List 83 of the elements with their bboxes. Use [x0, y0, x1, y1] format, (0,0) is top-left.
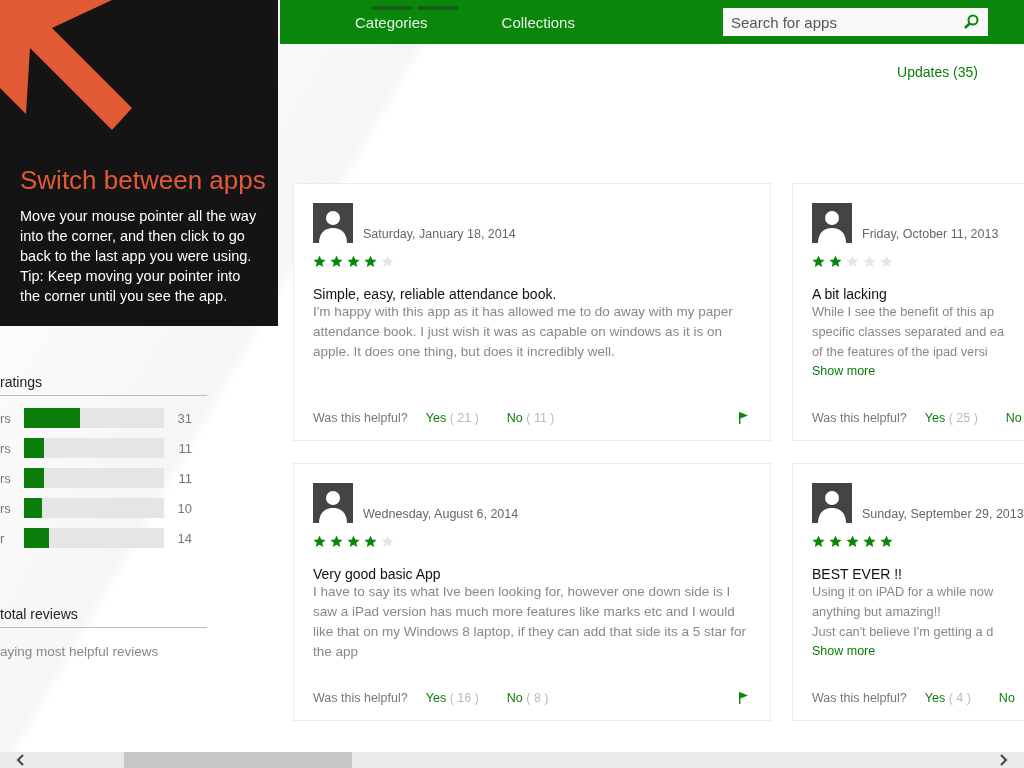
no-vote-link[interactable]: No ( 11 )	[506, 411, 555, 425]
empty-star-icon	[863, 255, 876, 268]
filled-star-icon	[812, 255, 825, 268]
empty-star-icon	[880, 255, 893, 268]
review-text: Just can't believe I'm getting a d	[812, 623, 995, 641]
corner-arrow-icon	[0, 0, 132, 132]
page-indicator	[372, 6, 412, 10]
review-text: While I see the benefit of this ap	[812, 303, 996, 321]
tip-text: Move your mouse pointer all the way into the corner, and then click to go back to the last app you were using. Tip: Keep moving your pointer into the corner until you see the app.	[19, 207, 258, 306]
tip-title: Switch between apps	[19, 165, 267, 196]
review-date: Saturday, January 18, 2014	[363, 227, 516, 243]
review-date: Sunday, September 29, 2013	[862, 507, 1024, 523]
filled-star-icon	[313, 535, 326, 548]
helpful-question: Was this helpful?	[812, 411, 907, 425]
scrollbar-thumb[interactable]	[124, 752, 352, 768]
yes-vote-link[interactable]: Yes ( 16 )	[425, 691, 479, 705]
filled-star-icon	[330, 535, 343, 548]
filled-star-icon	[330, 255, 343, 268]
rating-count: 31	[176, 410, 192, 426]
updates-link[interactable]: Updates (35)	[897, 64, 978, 80]
user-silhouette-icon	[812, 483, 852, 523]
no-vote-link[interactable]: No ( 8 )	[506, 691, 549, 705]
empty-star-icon	[381, 535, 394, 548]
nav-tab[interactable]: Categories	[355, 13, 428, 31]
yes-vote-link[interactable]: Yes ( 25 )	[924, 411, 978, 425]
horizontal-scrollbar[interactable]	[0, 752, 1024, 768]
user-silhouette-icon	[313, 483, 353, 523]
no-vote-link[interactable]: No	[1005, 411, 1022, 425]
review-text: I'm happy with this app as it has allowed me to do away with my paper attendance book. I just wish it was as capable on windows as it is on apple. It does one thing, but does it incredibly well.	[313, 303, 734, 361]
page-indicator	[418, 6, 458, 10]
filled-star-icon	[347, 535, 360, 548]
user-silhouette-icon	[812, 203, 852, 243]
rating-label: rs	[0, 470, 12, 486]
flag-icon[interactable]	[738, 692, 748, 704]
helpful-question: Was this helpful?	[812, 691, 907, 705]
rating-label: r	[0, 530, 6, 546]
rating-count: 14	[176, 530, 192, 546]
sort-note: aying most helpful reviews	[0, 644, 160, 659]
filled-star-icon	[846, 535, 859, 548]
empty-star-icon	[381, 255, 394, 268]
search-icon[interactable]	[963, 14, 979, 30]
helpful-question: Was this helpful?	[313, 411, 408, 425]
search-field[interactable]: Search for apps	[723, 8, 988, 36]
filled-star-icon	[829, 255, 842, 268]
review-text: of the features of the ipad versi	[812, 343, 989, 361]
rating-label: rs	[0, 440, 12, 456]
review-date: Friday, October 11, 2013	[862, 227, 999, 243]
filled-star-icon	[880, 535, 893, 548]
show-more-link[interactable]: Show more	[812, 364, 876, 378]
show-more-link[interactable]: Show more	[812, 644, 876, 658]
empty-star-icon	[846, 255, 859, 268]
filled-star-icon	[347, 255, 360, 268]
rating-label: rs	[0, 410, 12, 426]
filled-star-icon	[364, 255, 377, 268]
review-title: BEST EVER !!	[812, 566, 903, 582]
ratings-heading: ratings	[0, 374, 207, 396]
rating-count: 10	[176, 500, 192, 516]
filled-star-icon	[364, 535, 377, 548]
scroll-right-icon[interactable]	[998, 754, 1008, 766]
review-title: Very good basic App	[313, 566, 442, 582]
total-reviews-heading: total reviews	[0, 606, 207, 628]
review-text: I have to say its what Ive been looking for, however one down side is I saw a iPad version has much more features like marks etc and I would like that on my Windows 8 laptop, if they can add that side its a 5 star for the app	[313, 583, 747, 661]
review-date: Wednesday, August 6, 2014	[363, 507, 519, 523]
filled-star-icon	[313, 255, 326, 268]
rating-count: 11	[177, 470, 192, 486]
helpful-question: Was this helpful?	[313, 691, 408, 705]
filled-star-icon	[863, 535, 876, 548]
review-text: Using it on iPAD for a while now	[812, 583, 995, 601]
yes-vote-link[interactable]: Yes ( 4 )	[924, 691, 971, 705]
review-text: specific classes separated and ea	[812, 323, 1006, 341]
scroll-left-icon[interactable]	[16, 754, 26, 766]
yes-vote-link[interactable]: Yes ( 21 )	[425, 411, 479, 425]
filled-star-icon	[829, 535, 842, 548]
rating-count: 11	[177, 440, 192, 456]
review-title: Simple, easy, reliable attendance book.	[313, 286, 558, 302]
nav-tab[interactable]: Collections	[501, 13, 575, 31]
flag-icon[interactable]	[738, 412, 748, 424]
review-title: A bit lacking	[812, 286, 888, 302]
no-vote-link[interactable]: No	[998, 691, 1015, 705]
filled-star-icon	[812, 535, 825, 548]
review-text: anything but amazing!!	[812, 603, 942, 621]
user-silhouette-icon	[313, 203, 353, 243]
rating-label: rs	[0, 500, 12, 516]
